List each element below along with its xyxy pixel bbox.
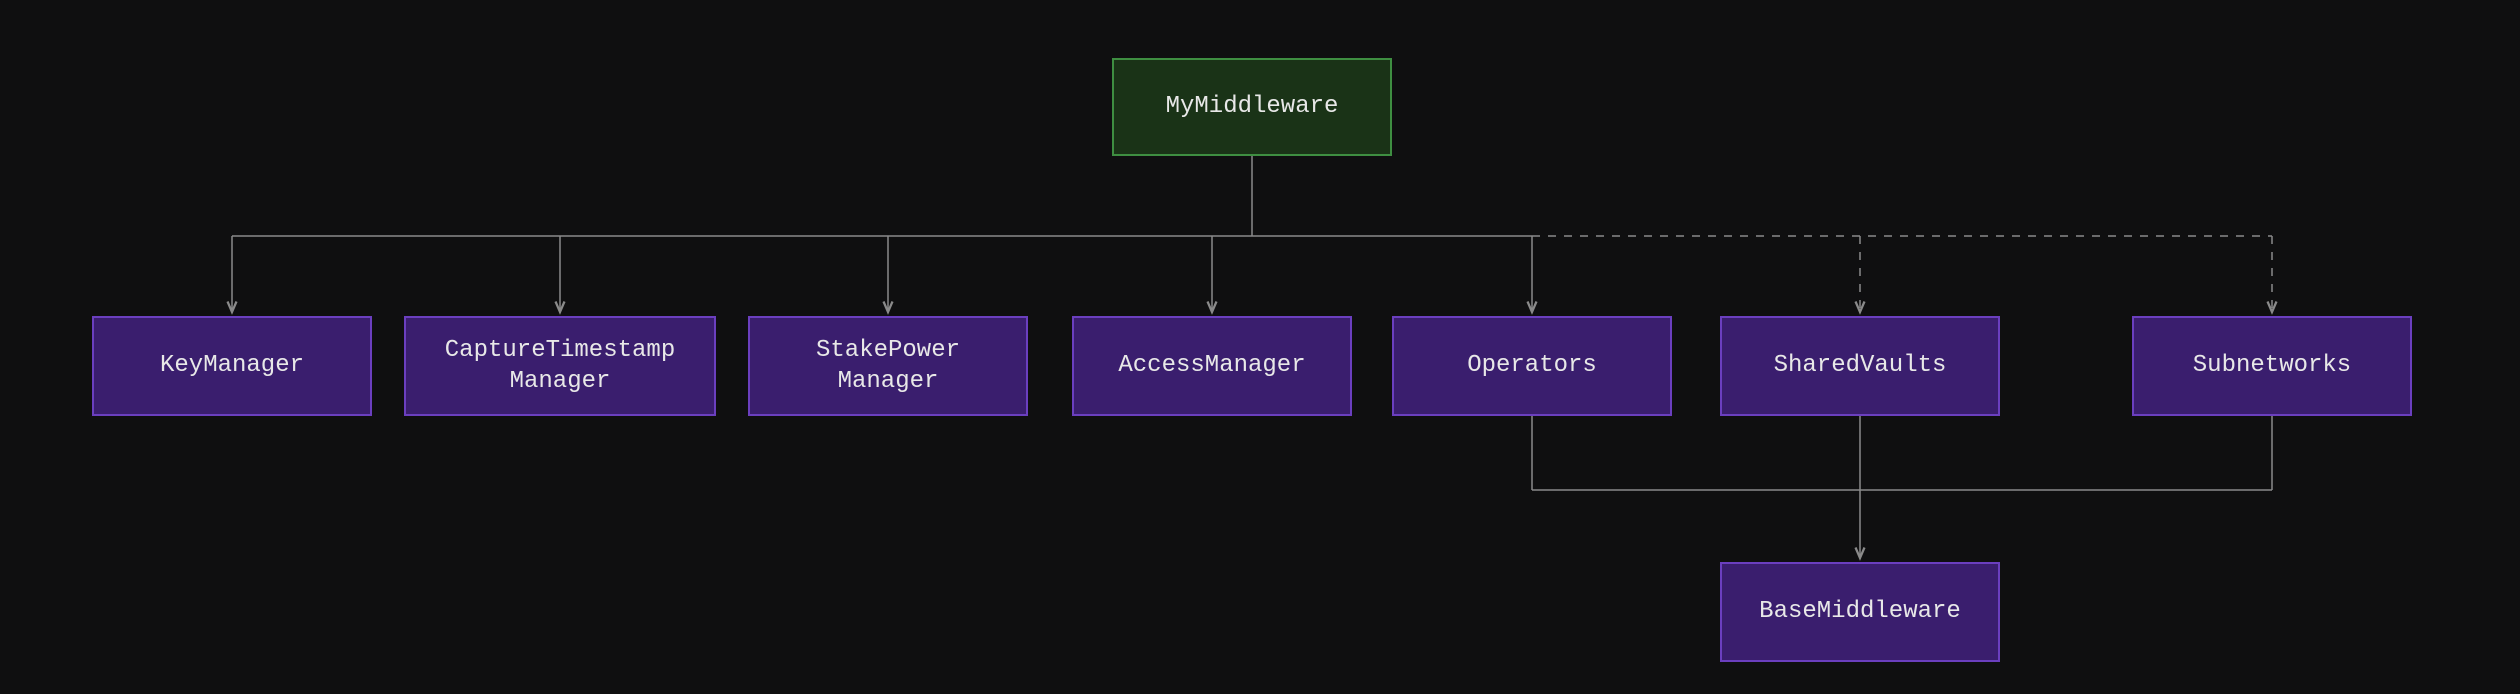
node-label: MyMiddleware [1166, 91, 1339, 122]
node-subnetworks: Subnetworks [2132, 316, 2412, 416]
node-capture-timestamp-manager: CaptureTimestamp Manager [404, 316, 716, 416]
node-label: StakePower Manager [816, 335, 960, 397]
node-operators: Operators [1392, 316, 1672, 416]
node-my-middleware: MyMiddleware [1112, 58, 1392, 156]
node-shared-vaults: SharedVaults [1720, 316, 2000, 416]
node-base-middleware: BaseMiddleware [1720, 562, 2000, 662]
node-stake-power-manager: StakePower Manager [748, 316, 1028, 416]
node-label: Operators [1467, 350, 1597, 381]
node-label: SharedVaults [1774, 350, 1947, 381]
node-label: Subnetworks [2193, 350, 2351, 381]
node-key-manager: KeyManager [92, 316, 372, 416]
node-access-manager: AccessManager [1072, 316, 1352, 416]
node-label: BaseMiddleware [1759, 596, 1961, 627]
node-label: KeyManager [160, 350, 304, 381]
node-label: CaptureTimestamp Manager [445, 335, 675, 397]
node-label: AccessManager [1118, 350, 1305, 381]
